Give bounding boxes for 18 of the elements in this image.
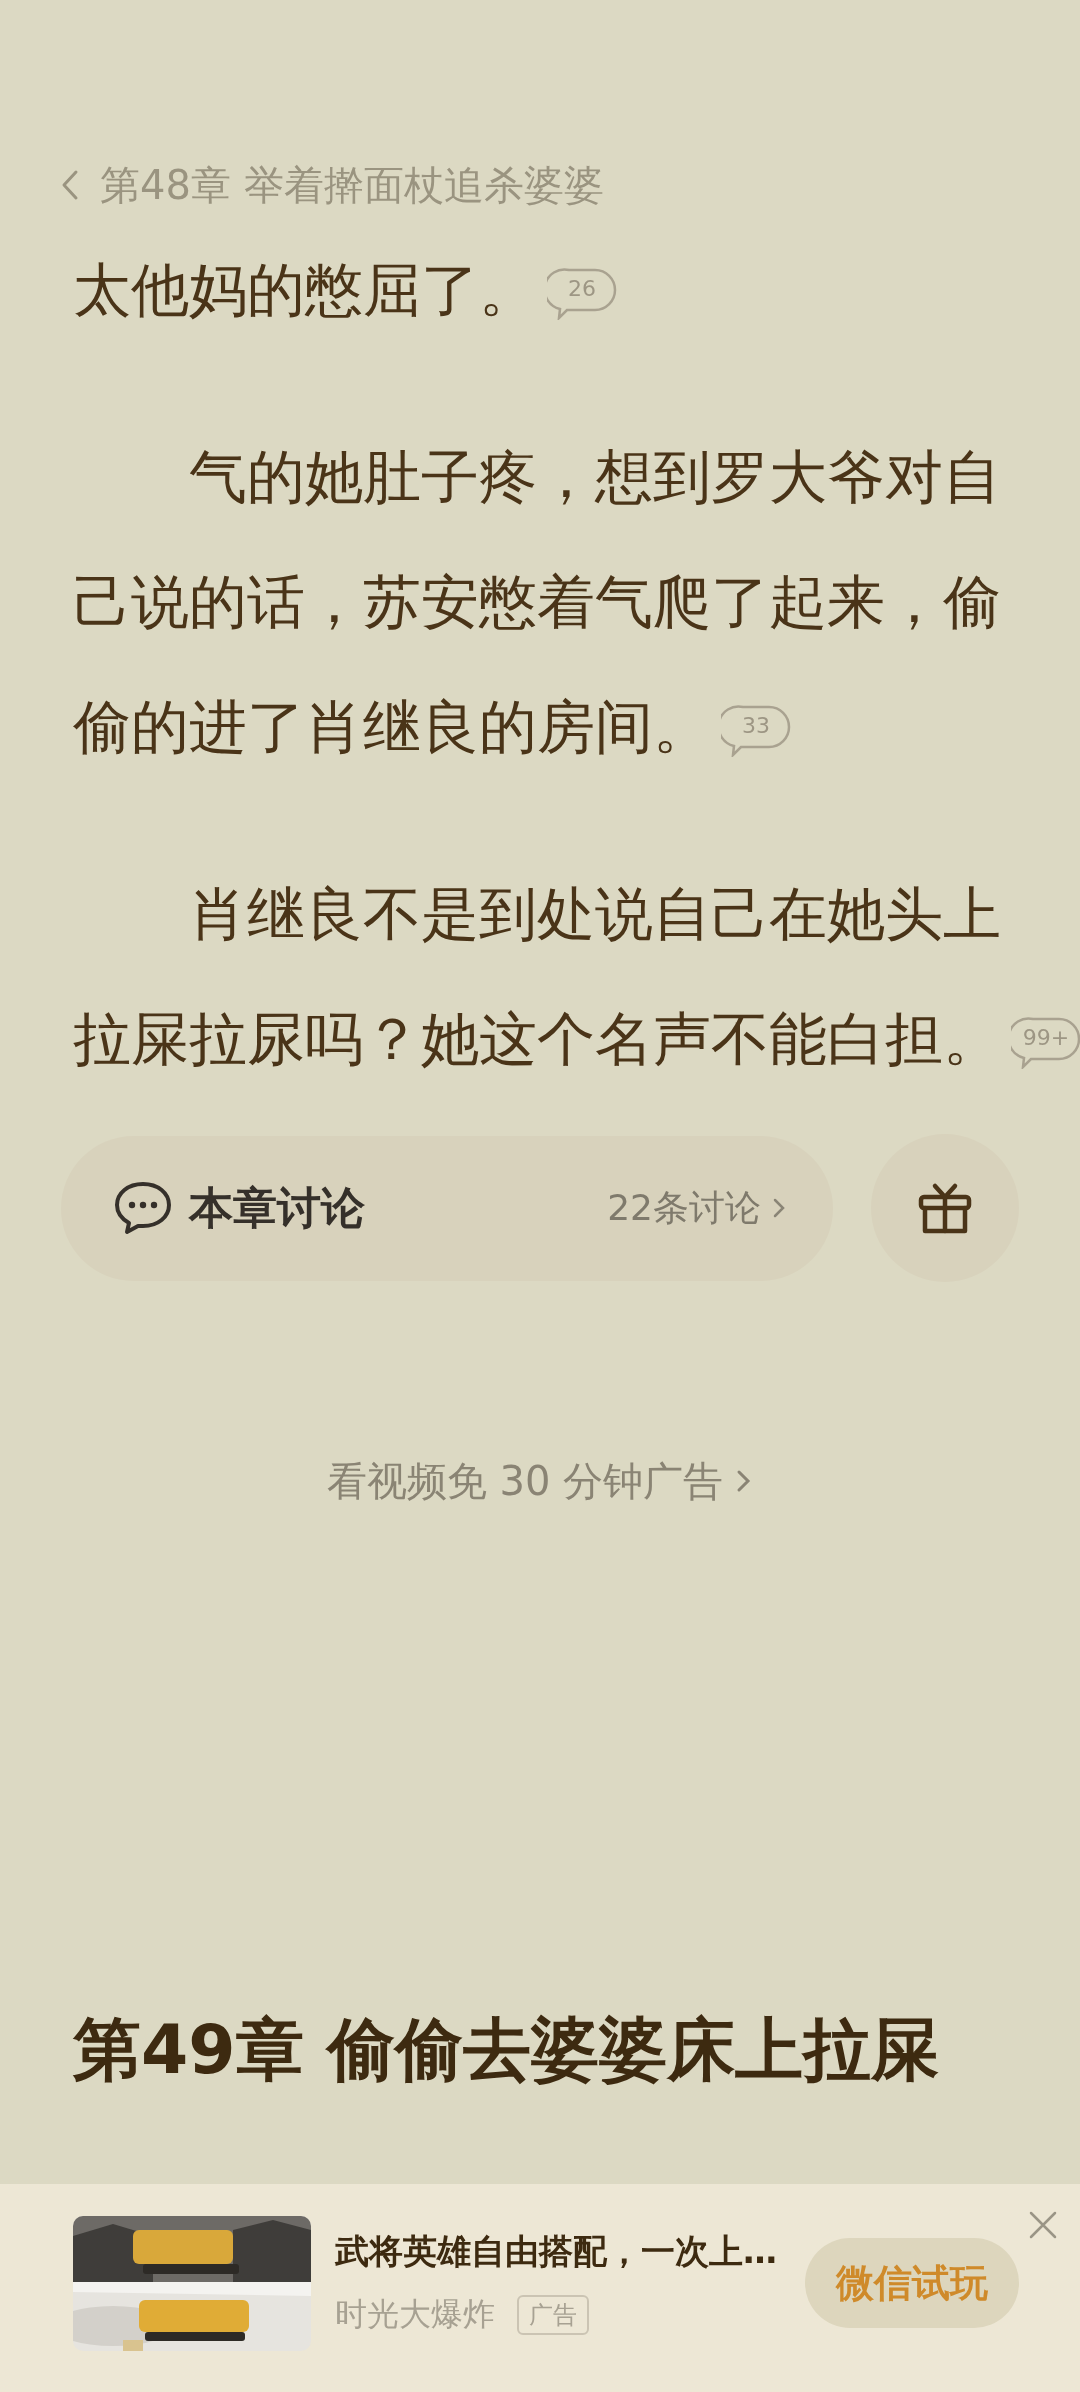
discussion-title: 本章讨论	[189, 1180, 365, 1235]
ad-free-video-link[interactable]: 看视频免 30 分钟广告	[326, 1453, 754, 1509]
comment-count-badge[interactable]: 33	[721, 704, 791, 757]
close-icon[interactable]	[1028, 2210, 1058, 2240]
chapter-discussion-button[interactable]: 本章讨论 22条讨论	[61, 1135, 833, 1281]
ad-title[interactable]: 武将英雄自由搭配，一次上…	[335, 2229, 785, 2275]
paragraph-text: 气的她肚子疼，想到罗大爷对自己说的话，苏安憋着气爬了起来，偷偷的进了肖继良的房间。 33	[73, 442, 1001, 763]
paragraph-text: 太他妈的憋屈了。 26	[73, 228, 1001, 353]
chat-icon	[113, 1180, 173, 1236]
advertiser-name: 时光大爆炸	[335, 2294, 495, 2335]
ad-label: 广告	[517, 2295, 589, 2335]
comment-count-badge[interactable]: 26	[547, 267, 617, 320]
next-chapter-title: 第49章 偷偷去婆婆床上拉屎	[73, 2009, 941, 2091]
chevron-right-icon	[771, 1196, 787, 1220]
comment-count-badge[interactable]: 99+	[1011, 1016, 1080, 1069]
discussion-count: 22条讨论	[607, 1185, 761, 1230]
try-game-button[interactable]: 微信试玩	[805, 2238, 1019, 2328]
chapter-title: 第48章 举着擀面杖追杀婆婆	[100, 160, 604, 210]
